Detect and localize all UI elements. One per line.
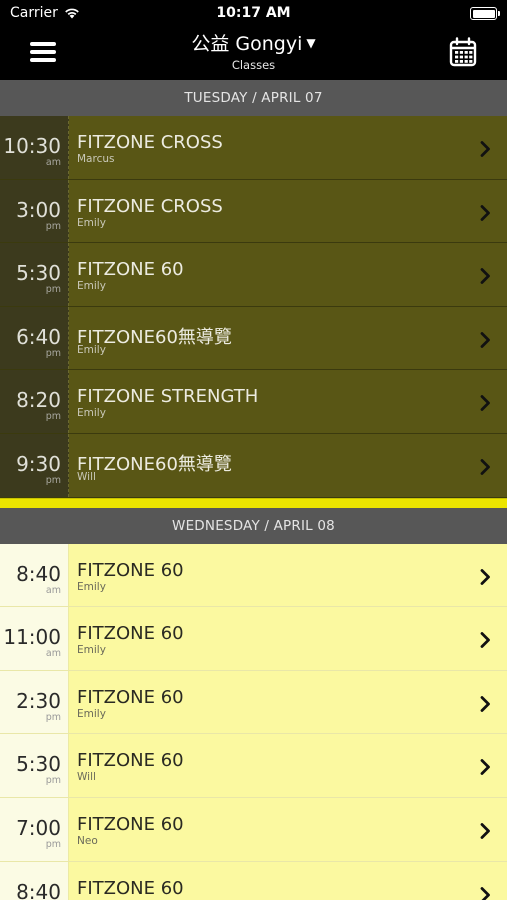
class-row[interactable]: 8:40 pm FITZONE 60	[0, 861, 507, 900]
location-selector[interactable]: 公益 Gongyi ▼	[0, 29, 507, 56]
chevron-right-icon	[480, 395, 490, 412]
class-name: FITZONE 60	[77, 750, 184, 772]
class-name: FITZONE 60	[77, 877, 184, 899]
class-instructor: Emily	[77, 216, 106, 229]
status-time: 10:17 AM	[216, 5, 291, 21]
class-ampm: pm	[45, 284, 61, 296]
class-time: 3:00	[16, 197, 61, 222]
class-ampm: am	[45, 157, 61, 168]
class-instructor: Emily	[77, 280, 106, 293]
class-name: FITZONE STRENGTH	[77, 386, 259, 408]
class-instructor: Emily	[77, 343, 106, 356]
class-instructor: Will	[77, 470, 96, 483]
class-name: FITZONE 60	[77, 813, 184, 835]
time-column: 5:30 pm	[0, 734, 69, 797]
time-column: 10:30 am	[0, 116, 69, 179]
class-row[interactable]: 8:20 pm FITZONE STRENGTH Emily	[0, 370, 507, 434]
chevron-right-icon	[480, 141, 490, 157]
chevron-right-icon	[480, 568, 490, 585]
class-instructor: Emily	[77, 580, 106, 593]
class-ampm: pm	[45, 838, 61, 850]
dropdown-caret-icon: ▼	[306, 36, 316, 50]
class-row[interactable]: 11:00 am FITZONE 60 Emily	[0, 607, 507, 671]
class-row[interactable]: 2:30 pm FITZONE 60 Emily	[0, 670, 507, 735]
class-time: 2:30	[16, 688, 61, 713]
chevron-right-icon	[480, 632, 490, 649]
chevron-right-icon	[480, 823, 490, 839]
time-column: 8:40 am	[0, 543, 69, 607]
section-divider	[0, 497, 507, 508]
chevron-right-icon	[480, 759, 490, 776]
class-row[interactable]: 6:40 pm FITZONE60無導覽 Emily	[0, 306, 507, 371]
class-instructor: Emily	[77, 644, 106, 657]
class-instructor: Will	[77, 771, 96, 784]
page-subtitle: Classes	[231, 58, 276, 72]
day-header: WEDNESDAY / APRIL 08	[0, 507, 507, 544]
chevron-right-icon	[480, 268, 490, 285]
calendar-icon	[449, 37, 477, 67]
time-column: 8:20 pm	[0, 370, 69, 433]
class-time: 11:00	[3, 625, 61, 650]
class-name: FITZONE60無導覽	[77, 453, 232, 475]
class-name: FITZONE 60	[77, 623, 184, 645]
time-column: 11:00 am	[0, 607, 69, 670]
time-column: 7:00 pm	[0, 797, 69, 861]
class-list[interactable]: TUESDAY / APRIL 07 10:30 am FITZONE CROS…	[0, 80, 507, 900]
class-ampm: am	[45, 584, 61, 596]
class-time: 8:20	[16, 388, 61, 413]
class-ampm: pm	[45, 711, 61, 723]
class-ampm: am	[45, 648, 61, 660]
class-ampm: pm	[45, 411, 61, 423]
status-bar: Carrier 10:17 AM	[0, 0, 507, 28]
battery-icon	[470, 7, 500, 20]
location-title: 公益 Gongyi	[191, 33, 303, 55]
class-time: 9:30	[16, 451, 61, 476]
day-section: 8:40 am FITZONE 60 Emily 11:00 am FITZON…	[0, 543, 507, 900]
chevron-right-icon	[480, 886, 490, 900]
class-row[interactable]: 7:00 pm FITZONE 60 Neo	[0, 797, 507, 862]
class-time: 5:30	[16, 752, 61, 777]
class-name: FITZONE CROSS	[77, 195, 223, 217]
class-time: 5:30	[16, 261, 61, 286]
class-ampm: pm	[45, 775, 61, 787]
class-name: FITZONE 60	[77, 686, 184, 708]
chevron-right-icon	[480, 459, 490, 475]
class-ampm: pm	[45, 347, 61, 359]
time-column: 9:30 pm	[0, 433, 69, 497]
chevron-right-icon	[480, 204, 490, 221]
calendar-button[interactable]	[449, 37, 477, 67]
time-column: 5:30 pm	[0, 243, 69, 306]
class-time: 7:00	[16, 815, 61, 840]
class-row[interactable]: 9:30 pm FITZONE60無導覽 Will	[0, 433, 507, 498]
chevron-right-icon	[480, 331, 490, 348]
time-column: 3:00 pm	[0, 179, 69, 243]
class-name: FITZONE 60	[77, 559, 184, 581]
class-ampm: pm	[45, 220, 61, 232]
class-time: 6:40	[16, 324, 61, 349]
class-time: 8:40	[16, 561, 61, 586]
class-instructor: Emily	[77, 407, 106, 420]
class-instructor: Emily	[77, 707, 106, 720]
day-header: TUESDAY / APRIL 07	[0, 80, 507, 116]
class-instructor: Marcus	[77, 153, 115, 165]
class-time: 8:40	[16, 879, 61, 900]
time-column: 2:30 pm	[0, 670, 69, 734]
chevron-right-icon	[480, 695, 490, 712]
day-section: 10:30 am FITZONE CROSS Marcus 3:00 pm FI…	[0, 116, 507, 498]
class-row[interactable]: 10:30 am FITZONE CROSS Marcus	[0, 116, 507, 180]
class-ampm: pm	[45, 474, 61, 486]
class-name: FITZONE 60	[77, 259, 184, 281]
class-row[interactable]: 8:40 am FITZONE 60 Emily	[0, 543, 507, 608]
class-row[interactable]: 5:30 pm FITZONE 60 Will	[0, 734, 507, 798]
class-instructor: Neo	[77, 834, 98, 847]
class-row[interactable]: 5:30 pm FITZONE 60 Emily	[0, 243, 507, 307]
time-column: 6:40 pm	[0, 306, 69, 370]
class-row[interactable]: 3:00 pm FITZONE CROSS Emily	[0, 179, 507, 244]
nav-bar: 公益 Gongyi ▼ Classes	[0, 28, 507, 80]
time-column: 8:40 pm	[0, 861, 69, 900]
class-time: 10:30	[3, 134, 61, 158]
class-name: FITZONE CROSS	[77, 132, 223, 153]
